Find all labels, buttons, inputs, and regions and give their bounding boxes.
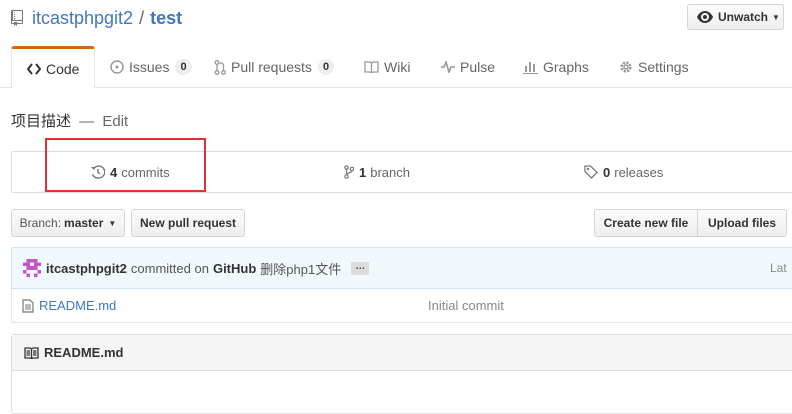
chevron-down-icon: ▼: [108, 218, 117, 228]
pulse-icon: [441, 61, 455, 73]
file-name-link[interactable]: README.md: [39, 298, 116, 313]
tab-code[interactable]: Code: [11, 46, 96, 89]
tab-issues[interactable]: Issues 0: [110, 46, 192, 88]
repo-name-link[interactable]: test: [150, 8, 182, 29]
pull-request-icon: [214, 59, 226, 75]
tab-pulse[interactable]: Pulse: [441, 46, 495, 88]
repo-nav: Code Issues 0 Pull requests 0 Wiki Pulse…: [0, 46, 792, 89]
branch-select-button[interactable]: Branch: master ▼: [11, 209, 125, 237]
tab-settings[interactable]: Settings: [619, 46, 689, 88]
issue-icon: [110, 60, 124, 74]
releases-label: releases: [614, 164, 664, 180]
book-icon: [364, 61, 379, 73]
commit-message-link[interactable]: 删除php1文件: [260, 259, 341, 278]
tab-label: Settings: [638, 59, 689, 75]
releases-count: 0: [603, 164, 611, 180]
edit-description-link[interactable]: Edit: [102, 113, 128, 130]
file-table: README.md Initial commit: [11, 288, 792, 323]
issues-count-badge: 0: [175, 59, 192, 75]
branch-prefix: Branch:: [19, 216, 62, 230]
commits-highlight-box: [45, 138, 206, 192]
description-dash: —: [79, 113, 95, 130]
tab-label: Graphs: [543, 59, 589, 75]
tab-label: Pull requests: [231, 59, 312, 75]
graph-icon: [523, 60, 538, 74]
branches-link[interactable]: 1 branch: [344, 152, 410, 192]
readme-title: README.md: [44, 345, 124, 360]
tab-wiki[interactable]: Wiki: [364, 46, 410, 88]
table-row: README.md Initial commit: [12, 289, 792, 322]
commit-expand-button[interactable]: …: [351, 261, 370, 275]
unwatch-button[interactable]: Unwatch ▼: [687, 4, 784, 30]
file-commit-message-link[interactable]: Initial commit: [428, 298, 504, 313]
repo-description: 项目描述 — Edit: [11, 110, 128, 131]
code-icon: [27, 62, 41, 75]
commit-author-link[interactable]: itcastphpgit2: [46, 261, 127, 276]
eye-icon: [697, 11, 713, 23]
upload-files-button[interactable]: Upload files: [697, 209, 787, 237]
repo-owner-link[interactable]: itcastphpgit2: [32, 8, 133, 29]
create-new-file-button[interactable]: Create new file: [594, 209, 698, 237]
latest-commit-bar: itcastphpgit2 committed on GitHub 删除php1…: [11, 247, 792, 289]
gear-icon: [619, 60, 633, 74]
branch-name: master: [64, 216, 104, 230]
repo-title: itcastphpgit2 / test: [10, 6, 182, 30]
branches-label: branch: [370, 164, 410, 180]
latest-commit-label: Lat: [770, 261, 787, 275]
tag-icon: [584, 165, 598, 179]
description-text: 项目描述: [11, 113, 72, 130]
readme-header: README.md: [12, 335, 792, 371]
commit-verb: committed on: [130, 260, 209, 276]
book-icon: [24, 346, 39, 359]
path-separator: /: [139, 7, 145, 28]
chevron-down-icon: ▼: [772, 12, 780, 22]
tab-label: Code: [46, 60, 80, 77]
unwatch-label: Unwatch: [718, 10, 769, 24]
new-pull-request-button[interactable]: New pull request: [131, 209, 245, 237]
branch-icon: [344, 165, 354, 179]
avatar: [23, 259, 41, 277]
releases-link[interactable]: 0 releases: [584, 152, 663, 192]
tab-graphs[interactable]: Graphs: [523, 46, 589, 88]
readme-box: README.md: [11, 334, 792, 414]
repo-icon: [11, 10, 23, 26]
branches-count: 1: [359, 164, 367, 180]
tab-pull-requests[interactable]: Pull requests 0: [214, 46, 335, 88]
tab-label: Wiki: [384, 59, 411, 75]
commit-site: GitHub: [212, 260, 257, 276]
tab-label: Pulse: [460, 59, 496, 75]
pull-requests-count-badge: 0: [317, 59, 335, 75]
file-icon: [22, 299, 34, 316]
tab-label: Issues: [129, 59, 170, 75]
